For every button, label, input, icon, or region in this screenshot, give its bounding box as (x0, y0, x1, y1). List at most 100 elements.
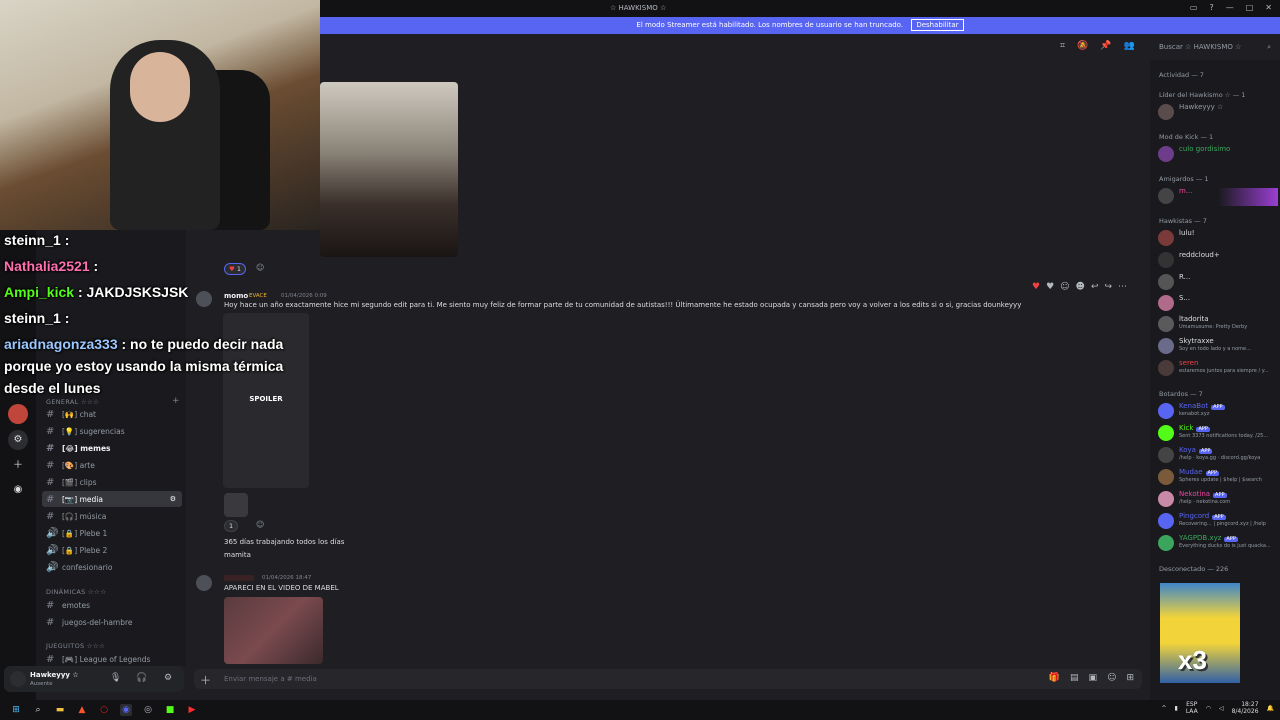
member-item[interactable]: seren estaremos juntos para siempre / y..… (1158, 360, 1278, 378)
more-icon[interactable]: ⋯ (1118, 282, 1127, 292)
user-settings-icon[interactable]: ⚙ (164, 673, 172, 683)
youtube-icon[interactable]: ▶ (186, 704, 198, 716)
channel-media[interactable]: # [📷] media ⚙ (42, 491, 182, 507)
member-item[interactable]: Nekotina APP/help · nekotina.com (1158, 491, 1278, 509)
search-input[interactable]: Buscar ☆ HAWKISMO ☆ ⌕ (1153, 40, 1277, 54)
avatar[interactable] (196, 575, 212, 591)
sticker-icon[interactable]: ▣ (1089, 673, 1098, 683)
notification-bell-icon[interactable]: 🔔 (1267, 705, 1274, 712)
chevron-up-icon[interactable]: ^ (1161, 705, 1166, 712)
headphones-icon[interactable]: 🎧 (136, 673, 147, 683)
member-item[interactable]: R... (1158, 274, 1278, 292)
server-icon[interactable]: ⚙ (8, 430, 28, 450)
category-general[interactable]: GENERAL ☆☆☆ (46, 398, 99, 406)
notification-icon[interactable]: 🔕 (1077, 41, 1088, 51)
channel-juegos-del-hambre[interactable]: # juegos-del-hambre (42, 614, 182, 630)
opera-icon[interactable]: ○ (98, 704, 110, 716)
channel-league-of-legends[interactable]: # [🎮] League of Legends (42, 651, 182, 667)
member-item[interactable]: culo gordisimo (1158, 146, 1278, 164)
member-item[interactable]: Hawkeyyy ☆ (1158, 104, 1278, 122)
member-item[interactable]: Kick APP Sent 3373 notifications today. /2… (1158, 425, 1278, 443)
reaction[interactable]: 1 (224, 520, 239, 532)
add-reaction-icon[interactable]: ☺ (256, 520, 264, 529)
composer-placeholder: Enviar mensaje a # media (224, 675, 317, 683)
add-reaction-icon[interactable]: ☻ (1076, 282, 1085, 292)
member-item[interactable]: m... (1158, 188, 1278, 206)
inbox-icon[interactable]: ▭ (1190, 3, 1198, 12)
reply-icon[interactable]: ↩ (1091, 282, 1099, 292)
message-author[interactable] (224, 575, 254, 581)
clock[interactable]: 18:27 8/4/2026 (1232, 701, 1259, 715)
minimize-button[interactable]: — (1226, 3, 1234, 12)
maximize-button[interactable]: □ (1246, 3, 1254, 12)
member-item[interactable]: lulu! (1158, 230, 1278, 248)
member-item[interactable]: ltadorita Umamusume: Pretty Derby (1158, 316, 1278, 334)
member-item[interactable]: S... (1158, 295, 1278, 313)
avatar[interactable] (196, 291, 212, 307)
disable-streamer-button[interactable]: Deshabilitar (911, 19, 964, 31)
threads-icon[interactable]: ⌗ (1060, 41, 1065, 51)
members-icon[interactable]: 👥 (1124, 41, 1135, 51)
attached-thumbnail[interactable] (224, 493, 248, 517)
overlay-text: x3 (1178, 645, 1207, 675)
microphone-icon[interactable]: 🎙 (110, 673, 121, 683)
settings-icon[interactable]: ⚙ (170, 495, 176, 503)
attached-image[interactable] (320, 82, 458, 257)
wifi-icon[interactable]: ◠ (1206, 705, 1211, 712)
category-jueguitos[interactable]: JUEGUITOS ☆☆☆ (46, 642, 105, 650)
close-button[interactable]: ✕ (1265, 3, 1272, 12)
forward-icon[interactable]: ↪ (1104, 282, 1112, 292)
chat-user: Ampi_kick (4, 284, 75, 300)
avatar (1158, 274, 1174, 290)
member-item[interactable]: Pingcord APP Recovering... | pingcord.xyz … (1158, 513, 1278, 531)
voice-plebe-2[interactable]: 🔊 [🔒] Plebe 2 (42, 542, 182, 558)
channel-memes[interactable]: # [😂] memes (42, 440, 182, 456)
volume-icon[interactable]: ◁ (1219, 705, 1224, 712)
attached-image[interactable] (224, 597, 323, 664)
channel-emotes[interactable]: # emotes (42, 597, 182, 613)
upload-icon[interactable]: ＋ (200, 672, 211, 688)
emoji-icon[interactable]: ☺ (1107, 673, 1116, 683)
gift-icon[interactable]: 🎁 (1049, 673, 1060, 683)
add-server-icon[interactable]: ＋ (8, 456, 28, 476)
category-dinamicas[interactable]: DINÁMICAS ☆☆☆ (46, 588, 106, 596)
heart-reaction[interactable]: ♥ 1 (224, 263, 247, 275)
explore-icon[interactable]: ◉ (8, 480, 28, 500)
gif-icon[interactable]: ▤ (1070, 673, 1079, 683)
channel-sugerencias[interactable]: # [💡] sugerencias (42, 423, 182, 439)
member-item[interactable]: Mudae APP Spheres update | $help | $search (1158, 469, 1278, 487)
file-explorer-icon[interactable]: ▬ (54, 704, 66, 716)
channel-arte[interactable]: # [🎨] arte (42, 457, 182, 473)
heart-icon[interactable]: ♥ (1032, 282, 1040, 292)
help-icon[interactable]: ? (1209, 3, 1213, 12)
member-item[interactable]: reddcloud+ (1158, 252, 1278, 270)
apps-icon[interactable]: ⊞ (1126, 673, 1134, 683)
app-badge: APP (1224, 536, 1238, 542)
brave-icon[interactable]: ▲ (76, 704, 88, 716)
search-icon[interactable]: ⌕ (32, 704, 44, 716)
avatar[interactable] (10, 671, 26, 687)
pin-icon[interactable]: 📌 (1100, 41, 1111, 51)
channel-chat[interactable]: # [🙌] chat (42, 406, 182, 422)
obs-icon[interactable]: ◎ (142, 704, 154, 716)
discord-icon[interactable]: ◉ (120, 704, 132, 716)
message-author[interactable]: momo (224, 292, 248, 300)
language-indicator[interactable]: ESP LAA (1186, 701, 1198, 715)
server-icon[interactable] (8, 404, 28, 424)
voice-confesionario[interactable]: 🔊 confesionario (42, 559, 182, 575)
emoji-icon[interactable]: ☺ (1060, 282, 1069, 292)
voice-plebe-1[interactable]: 🔊 [🔒] Plebe 1 (42, 525, 182, 541)
kick-icon[interactable]: ■ (164, 704, 176, 716)
member-item[interactable]: Skytraxxe Soy en todo lado y a nome... (1158, 338, 1278, 356)
member-status: Spheres update | $help | $search (1179, 477, 1262, 483)
channel-musica[interactable]: # [🎧] música (42, 508, 182, 524)
member-item[interactable]: KenaBot APP kenabot.xyz (1158, 403, 1278, 421)
message-composer[interactable]: ＋ Enviar mensaje a # media 🎁 ▤ ▣ ☺ ⊞ (194, 669, 1142, 689)
heart-icon[interactable]: ♥ (1046, 282, 1054, 292)
member-item[interactable]: YAGPDB.xyz APP Everything ducks do is just… (1158, 535, 1278, 553)
add-channel-icon[interactable]: + (172, 396, 180, 406)
windows-start-icon[interactable]: ⊞ (10, 704, 22, 716)
add-reaction-icon[interactable]: ☺ (256, 263, 264, 272)
member-item[interactable]: Koya APP/help · koya.gg · discord.gg/koya (1158, 447, 1278, 465)
channel-clips[interactable]: # [🎬] clips (42, 474, 182, 490)
